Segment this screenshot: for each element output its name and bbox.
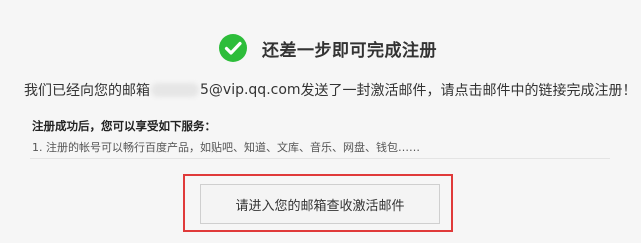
message-after-email: 发送了一封激活邮件，请点击邮件中的链接完成注册！	[300, 83, 637, 99]
check-circle-icon	[219, 34, 247, 62]
activation-message: 我们已经向您的邮箱 5@vip.qq.com 发送了一封激活邮件，请点击邮件中的…	[24, 80, 637, 100]
services-item: 1. 注册的帐号可以畅行百度产品，如贴吧、知道、文库、音乐、网盘、钱包……	[32, 141, 420, 154]
message-before-email: 我们已经向您的邮箱	[24, 83, 150, 99]
divider	[30, 158, 610, 159]
activation-page: 还差一步即可完成注册 我们已经向您的邮箱 5@vip.qq.com 发送了一封激…	[0, 0, 641, 243]
message-email-suffix: 5@vip.qq.com	[200, 82, 301, 98]
title-row: 还差一步即可完成注册	[218, 30, 437, 66]
services-title: 注册成功后，您可以享受如下服务：	[32, 119, 216, 133]
email-mask	[151, 83, 199, 97]
page-title: 还差一步即可完成注册	[262, 40, 437, 61]
check-email-button[interactable]: 请进入您的邮箱查收激活邮件	[200, 184, 440, 224]
